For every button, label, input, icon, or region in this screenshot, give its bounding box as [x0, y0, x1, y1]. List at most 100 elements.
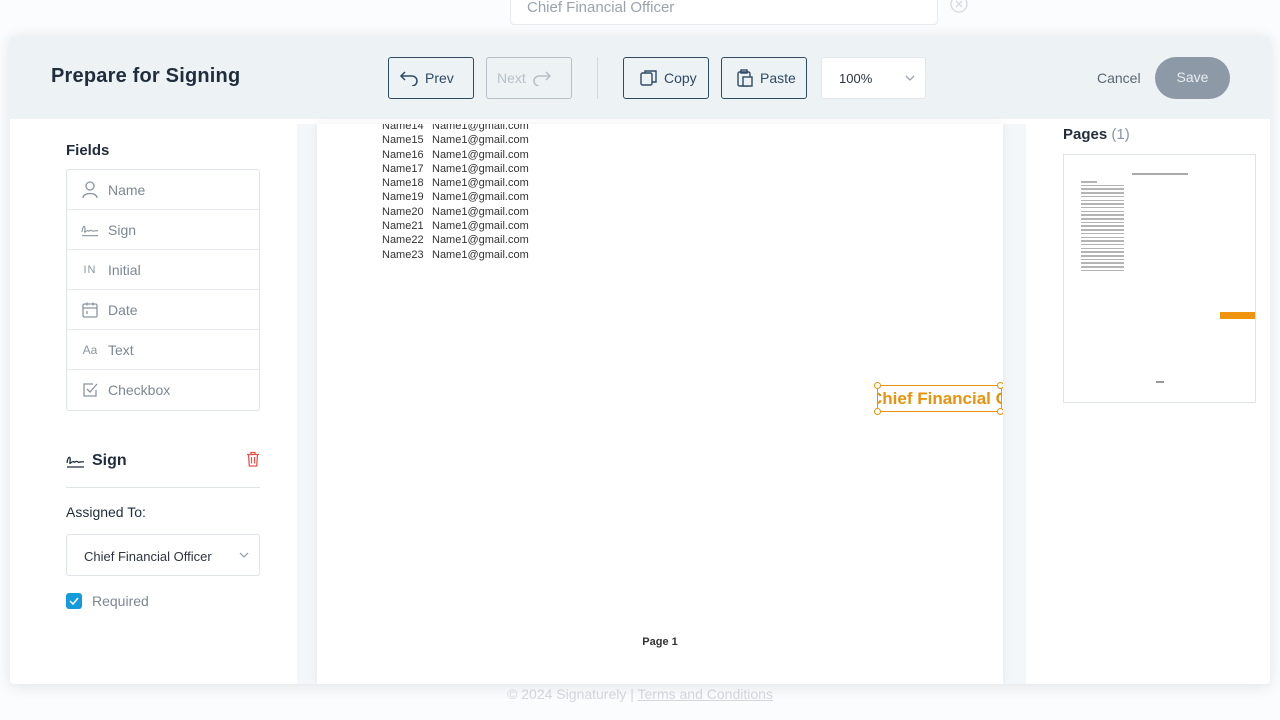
required-toggle[interactable]: Required: [66, 593, 149, 609]
row-email: Name1@gmail.com: [432, 234, 529, 247]
section-divider: [66, 487, 260, 488]
signature-icon: [66, 456, 85, 468]
table-row: Name15 Name1@gmail.com: [382, 134, 529, 148]
fields-list: Name Sign IN Initial Date Aa Text Checkb…: [66, 169, 260, 411]
redo-arrow-icon: [533, 71, 551, 86]
thumbnail-field-marker: [1220, 312, 1255, 319]
signature-icon: [81, 221, 99, 239]
document-viewer[interactable]: Name14 Name1@gmail.com Name15 Name1@gmail.c…: [297, 124, 1026, 684]
field-label: Sign: [108, 221, 137, 238]
close-circle-icon: [950, 0, 968, 13]
copy-button[interactable]: Copy: [623, 57, 709, 99]
thumbnail-heading: [1132, 173, 1188, 175]
pages-label: Pages: [1063, 126, 1108, 143]
field-label: Checkbox: [108, 382, 171, 398]
thumbnail-text-line: [1081, 214, 1124, 216]
row-name: Name16: [382, 148, 424, 161]
paste-label: Paste: [760, 70, 796, 86]
table-row: Name22 Name1@gmail.com: [382, 234, 529, 248]
prev-label: Prev: [425, 70, 454, 86]
document-table: Name14 Name1@gmail.com Name15 Name1@gmail.c…: [382, 124, 529, 263]
table-row: Name23 Name1@gmail.com: [382, 249, 529, 263]
next-label: Next: [497, 70, 526, 86]
row-email: Name1@gmail.com: [432, 162, 529, 175]
page-title: Prepare for Signing: [51, 65, 241, 87]
field-item-checkbox[interactable]: Checkbox: [67, 370, 259, 410]
checkmark-icon: [69, 597, 79, 605]
table-row: Name14 Name1@gmail.com: [382, 124, 529, 134]
terms-link[interactable]: Terms and Conditions: [638, 686, 773, 702]
zoom-value: 100%: [839, 71, 873, 86]
thumbnail-text-line: [1081, 206, 1124, 209]
field-label: Date: [108, 301, 138, 318]
row-name: Name23: [382, 248, 424, 261]
thumbnail-text-line: [1081, 229, 1124, 231]
thumbnail-text-line: [1081, 255, 1124, 257]
field-item-date[interactable]: Date: [67, 290, 259, 330]
resize-handle-bottom-right[interactable]: [997, 408, 1003, 415]
person-icon: [81, 180, 99, 199]
row-name: Name19: [382, 191, 424, 204]
cancel-button[interactable]: Cancel: [1097, 70, 1141, 86]
row-email: Name1@gmail.com: [432, 220, 529, 233]
table-row: Name16 Name1@gmail.com: [382, 149, 529, 163]
page-thumbnail[interactable]: [1063, 154, 1256, 403]
initial-icon: IN: [83, 263, 97, 276]
field-item-name[interactable]: Name: [67, 170, 259, 210]
trash-icon[interactable]: [246, 451, 260, 467]
field-label: Name: [108, 181, 146, 198]
prev-button[interactable]: Prev: [388, 57, 474, 99]
assignee-background-input: Chief Financial Officer: [510, 0, 938, 25]
resize-handle-top-left[interactable]: [874, 382, 881, 389]
required-checkbox[interactable]: [66, 593, 82, 609]
thumbnail-text-line: [1081, 221, 1124, 224]
field-item-initial[interactable]: IN Initial: [67, 250, 259, 290]
save-button[interactable]: Save: [1155, 57, 1230, 99]
assigned-to-value: Chief Financial Officer: [84, 549, 212, 564]
chevron-down-icon: [905, 75, 915, 81]
row-email: Name1@gmail.com: [432, 177, 529, 190]
table-row: Name19 Name1@gmail.com: [382, 191, 529, 205]
field-item-sign[interactable]: Sign: [67, 210, 259, 250]
field-item-text[interactable]: Aa Text: [67, 330, 259, 370]
row-email: Name1@gmail.com: [432, 205, 529, 218]
placed-signature-field[interactable]: Chief Financial Officer: [877, 385, 1002, 412]
thumbnail-text-line: [1081, 210, 1124, 213]
field-label: Initial: [108, 261, 141, 278]
assigned-to-select[interactable]: Chief Financial Officer: [66, 534, 260, 576]
paste-button[interactable]: Paste: [721, 57, 807, 99]
row-name: Name20: [382, 205, 424, 218]
field-label: Text: [108, 341, 134, 358]
toolbar-divider: [597, 57, 598, 99]
thumbnail-text-line: [1081, 203, 1124, 205]
placed-field-text: Chief Financial Officer: [878, 389, 1001, 408]
row-email: Name1@gmail.com: [432, 124, 529, 132]
next-button[interactable]: Next: [486, 57, 572, 99]
paste-icon: [737, 69, 753, 87]
thumbnail-text-line: [1081, 240, 1124, 242]
row-name: Name22: [382, 234, 424, 247]
row-name: Name18: [382, 177, 424, 190]
zoom-select[interactable]: 100%: [821, 57, 926, 99]
copy-label: Copy: [664, 70, 697, 86]
thumbnail-text-line: [1081, 251, 1124, 253]
table-row: Name18 Name1@gmail.com: [382, 177, 529, 191]
thumbnail-text-line: [1081, 262, 1124, 264]
calendar-icon: [81, 301, 99, 319]
thumbnail-text-line: [1081, 243, 1124, 246]
thumbnail-text-line: [1081, 181, 1097, 183]
pages-count: (1): [1111, 126, 1130, 143]
resize-handle-top-right[interactable]: [997, 382, 1003, 389]
selected-field-label: Sign: [92, 452, 127, 469]
modal-header: Prepare for Signing Prev Next Copy Paste…: [10, 36, 1270, 119]
thumbnail-text-line: [1081, 218, 1124, 220]
checkbox-icon: [81, 381, 99, 399]
table-row: Name20 Name1@gmail.com: [382, 206, 529, 220]
row-email: Name1@gmail.com: [432, 134, 529, 147]
thumbnail-text-line: [1081, 232, 1124, 235]
thumbnail-text-line: [1081, 266, 1124, 268]
page-number: Page 1: [642, 636, 678, 648]
thumbnail-text-line: [1081, 225, 1124, 227]
chevron-down-icon: [239, 552, 249, 558]
resize-handle-bottom-left[interactable]: [874, 408, 881, 415]
